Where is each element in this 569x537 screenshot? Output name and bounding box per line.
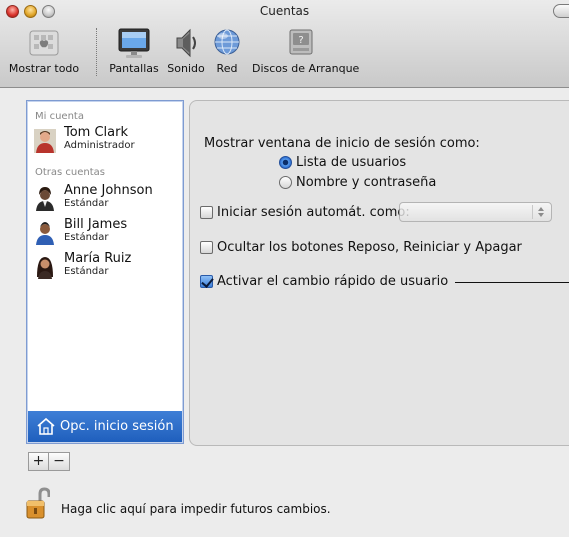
toolbar-label: Mostrar todo bbox=[8, 62, 80, 75]
add-account-button[interactable]: + bbox=[29, 453, 49, 470]
remove-account-button[interactable]: − bbox=[49, 453, 69, 470]
account-bill-james[interactable]: Bill James Estándar bbox=[34, 217, 184, 249]
auto-login-label[interactable]: Iniciar sesión automát. como: bbox=[217, 205, 410, 220]
avatar bbox=[34, 129, 56, 153]
window-title: Cuentas bbox=[259, 4, 310, 18]
toolbar-startup-disk[interactable]: ? Discos de Arranque bbox=[252, 26, 360, 75]
toolbar-label: Pantallas bbox=[109, 62, 159, 75]
account-role: Administrador bbox=[64, 140, 135, 151]
toolbar-label: Red bbox=[216, 62, 238, 75]
auto-login-checkbox[interactable] bbox=[200, 206, 213, 219]
login-options-label: Opc. inicio sesión bbox=[60, 419, 174, 434]
account-role: Estándar bbox=[64, 198, 109, 209]
account-tom-clark[interactable]: Tom Clark Administrador bbox=[34, 125, 184, 157]
toolbar-network[interactable]: Red bbox=[212, 26, 242, 75]
displays-icon bbox=[117, 26, 151, 60]
window-toolbar: Cuentas Mostrar todo Pantallas Sonido Re… bbox=[0, 0, 569, 88]
other-accounts-header: Otras cuentas bbox=[35, 167, 106, 178]
account-name: Tom Clark bbox=[64, 125, 129, 140]
account-name: Anne Johnson bbox=[64, 183, 153, 198]
show-all-icon bbox=[29, 26, 59, 60]
toolbar-toggle-button[interactable] bbox=[553, 4, 569, 18]
avatar bbox=[34, 255, 56, 279]
toolbar-sound[interactable]: Sonido bbox=[164, 26, 208, 75]
avatar bbox=[34, 187, 56, 211]
svg-text:?: ? bbox=[298, 35, 303, 46]
avatar bbox=[34, 221, 56, 245]
accounts-list[interactable]: Mi cuenta Tom Clark Administrador Otras … bbox=[26, 100, 184, 444]
add-remove-buttons: + − bbox=[28, 452, 70, 471]
sound-icon bbox=[171, 26, 201, 60]
account-role: Estándar bbox=[64, 266, 109, 277]
startup-disk-icon: ? bbox=[287, 26, 315, 60]
login-options-item[interactable]: Opc. inicio sesión bbox=[28, 411, 182, 442]
login-options-panel bbox=[189, 100, 569, 446]
popup-arrows-icon bbox=[532, 205, 548, 219]
my-account-header: Mi cuenta bbox=[35, 111, 84, 122]
network-icon bbox=[212, 26, 242, 60]
radio-user-list-label[interactable]: Lista de usuarios bbox=[296, 155, 406, 170]
display-login-as-label: Mostrar ventana de inicio de sesión como… bbox=[204, 136, 480, 151]
toolbar-displays[interactable]: Pantallas bbox=[106, 26, 162, 75]
account-anne-johnson[interactable]: Anne Johnson Estándar bbox=[34, 183, 184, 215]
hide-buttons-label[interactable]: Ocultar los botones Reposo, Reiniciar y … bbox=[217, 240, 522, 255]
account-name: Bill James bbox=[64, 217, 128, 232]
radio-name-password-label[interactable]: Nombre y contraseña bbox=[296, 175, 436, 190]
auto-login-user-popup[interactable] bbox=[399, 202, 552, 222]
hide-buttons-checkbox[interactable] bbox=[200, 241, 213, 254]
unlocked-padlock-icon[interactable] bbox=[26, 487, 51, 520]
toolbar-label: Discos de Arranque bbox=[252, 62, 360, 75]
callout-line bbox=[455, 282, 569, 283]
toolbar-show-all[interactable]: Mostrar todo bbox=[2, 26, 86, 75]
account-role: Estándar bbox=[64, 232, 109, 243]
fast-user-switching-checkbox[interactable] bbox=[200, 275, 213, 288]
accounts-window: Cuentas Mostrar todo Pantallas Sonido Re… bbox=[0, 0, 569, 537]
account-maria-ruiz[interactable]: María Ruiz Estándar bbox=[34, 251, 184, 283]
house-icon bbox=[36, 417, 56, 436]
lock-instructions: Haga clic aquí para impedir futuros camb… bbox=[61, 502, 331, 516]
radio-name-password[interactable] bbox=[279, 176, 292, 189]
toolbar-label: Sonido bbox=[167, 62, 205, 75]
fast-user-switching-label[interactable]: Activar el cambio rápido de usuario bbox=[217, 274, 448, 289]
toolbar-separator bbox=[96, 28, 97, 76]
radio-user-list[interactable] bbox=[279, 156, 292, 169]
account-name: María Ruiz bbox=[64, 251, 132, 266]
